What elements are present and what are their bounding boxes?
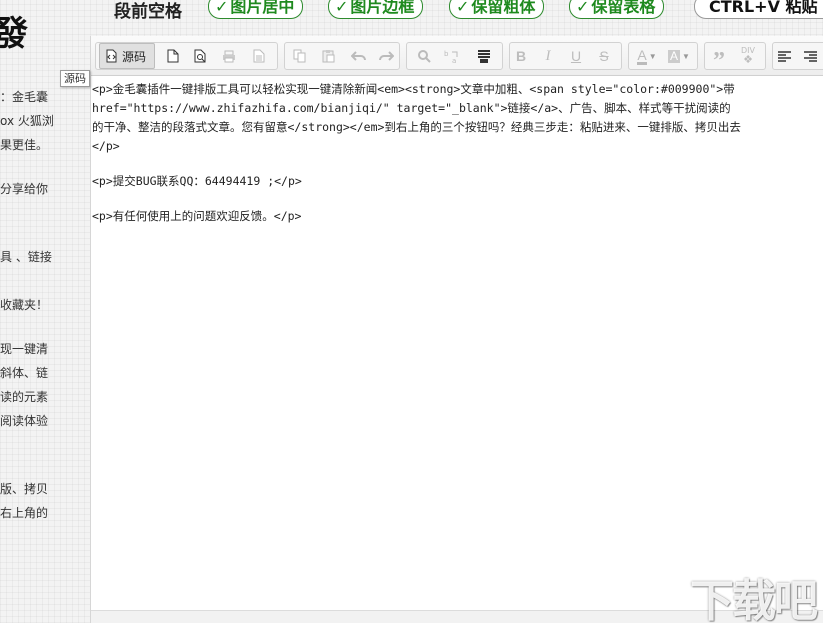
image-border-toggle[interactable]: ✓ 图片边框 xyxy=(328,0,424,19)
option-bar: 段前空格 ✓ 图片居中 ✓ 图片边框 ✓ 保留粗体 ✓ 保留表格 CTRL+V 粘贴 xyxy=(90,0,823,22)
editor-toolbar: 源码 ba B I U S A ▼ A ▼ ” DIV ❖ xyxy=(91,36,823,76)
check-icon: ✓ xyxy=(215,0,229,16)
bold-button[interactable]: B xyxy=(510,43,532,69)
sidebar-text-line: 版、拷贝 xyxy=(0,482,49,496)
paste-icon xyxy=(322,50,334,63)
strikethrough-button[interactable]: S xyxy=(593,43,615,69)
source-tooltip: 源码 xyxy=(60,70,90,87)
preview-icon xyxy=(194,49,205,63)
templates-button[interactable] xyxy=(248,43,270,69)
check-icon: ✓ xyxy=(335,0,349,16)
new-page-icon xyxy=(167,49,179,63)
align-left-icon xyxy=(777,50,791,62)
find-button[interactable] xyxy=(413,43,435,69)
create-div-button[interactable]: DIV ❖ xyxy=(737,43,759,69)
sidebar-text-line: 读的元素 xyxy=(0,390,49,404)
preview-button[interactable] xyxy=(189,43,211,69)
print-button[interactable] xyxy=(218,43,240,69)
undo-button[interactable] xyxy=(348,43,370,69)
sidebar-text-line: 右上角的 xyxy=(0,506,49,520)
align-right-button[interactable] xyxy=(799,43,821,69)
sidebar-text-line: 阅读体验 xyxy=(0,414,49,428)
keep-tables-toggle[interactable]: ✓ 保留表格 xyxy=(569,0,665,19)
select-all-icon xyxy=(478,49,490,63)
sidebar: 發 ：金毛囊 ox 火狐浏 果更佳。 分享给你 具 、链接 收藏夹！ 现一键清 … xyxy=(0,0,90,623)
italic-button[interactable]: I xyxy=(537,43,559,69)
paste-button[interactable]: CTRL+V 粘贴 xyxy=(694,0,823,19)
code-line: <p>有任何使用上的问题欢迎反馈。</p> xyxy=(92,209,302,223)
code-line: href="https://www.zhifazhifa.com/bianjiq… xyxy=(92,101,731,115)
print-icon xyxy=(223,50,235,62)
chevron-down-icon: ▼ xyxy=(682,51,690,61)
option-label: 图片边框 xyxy=(350,0,415,16)
align-right-icon xyxy=(803,50,817,62)
underline-button[interactable]: U xyxy=(565,43,587,69)
redo-icon xyxy=(379,51,394,61)
div-icon: ❖ xyxy=(743,53,753,66)
indent-option-label[interactable]: 段前空格 xyxy=(114,0,182,22)
sidebar-text-line: 具 、链接 xyxy=(0,250,52,264)
code-line: <p>金毛囊插件一键排版工具可以轻松实现一键清除新闻<em><strong>文章… xyxy=(92,82,735,96)
sidebar-text-line: 分享给你 xyxy=(0,182,49,196)
chevron-down-icon: ▼ xyxy=(648,51,657,61)
code-line: 的干净、整洁的段落式文章。您有留意</strong></em>到右上角的三个按钮… xyxy=(92,120,741,134)
background-color-button[interactable]: A ▼ xyxy=(664,43,694,69)
sidebar-text-line: 果更佳。 xyxy=(0,138,49,152)
sidebar-text-line: ox 火狐浏 xyxy=(0,114,54,128)
sidebar-text-line: 现一键清 xyxy=(0,342,49,356)
replace-icon: ba xyxy=(444,50,458,64)
check-icon: ✓ xyxy=(456,0,470,16)
paste-toolbar-button[interactable] xyxy=(317,43,339,69)
source-button[interactable]: 源码 xyxy=(99,43,155,69)
option-label: 图片居中 xyxy=(230,0,295,16)
check-icon: ✓ xyxy=(576,0,590,16)
rich-text-editor: 源码 ba B I U S A ▼ A ▼ ” DIV ❖ <p>金毛囊插件一键排版工… xyxy=(90,36,823,623)
source-icon xyxy=(106,49,117,63)
svg-text:a: a xyxy=(452,57,456,64)
select-all-button[interactable] xyxy=(473,43,495,69)
center-images-toggle[interactable]: ✓ 图片居中 xyxy=(208,0,304,19)
replace-button[interactable]: ba xyxy=(441,43,463,69)
template-icon xyxy=(253,49,265,63)
copy-button[interactable] xyxy=(288,43,310,69)
text-color-letter: A xyxy=(637,46,647,65)
logo-char: 發 xyxy=(0,14,28,54)
code-line: </p> xyxy=(92,139,120,153)
option-label: 保留表格 xyxy=(591,0,656,16)
undo-icon xyxy=(351,51,366,61)
sidebar-text-line: 斜体、链 xyxy=(0,366,49,380)
code-line: <p>提交BUG联系QQ：64494419 ;</p> xyxy=(92,174,302,188)
keep-bold-toggle[interactable]: ✓ 保留粗体 xyxy=(449,0,545,19)
source-code-area[interactable]: <p>金毛囊插件一键排版工具可以轻松实现一键清除新闻<em><strong>文章… xyxy=(91,77,823,610)
sidebar-text-line: ：金毛囊 xyxy=(0,90,49,104)
source-button-label: 源码 xyxy=(122,49,147,64)
watermark-logo: 下载吧 xyxy=(690,576,818,623)
redo-button[interactable] xyxy=(375,43,397,69)
blockquote-button[interactable]: ” xyxy=(708,43,730,74)
search-icon xyxy=(418,50,431,63)
svg-text:b: b xyxy=(444,50,449,58)
align-left-button[interactable] xyxy=(773,43,795,69)
bg-color-letter: A xyxy=(668,48,681,63)
option-label: 保留粗体 xyxy=(471,0,536,16)
copy-icon xyxy=(293,49,305,63)
new-page-button[interactable] xyxy=(162,43,184,69)
sidebar-text-line: 收藏夹！ xyxy=(0,298,49,312)
text-color-button[interactable]: A ▼ xyxy=(632,43,662,69)
